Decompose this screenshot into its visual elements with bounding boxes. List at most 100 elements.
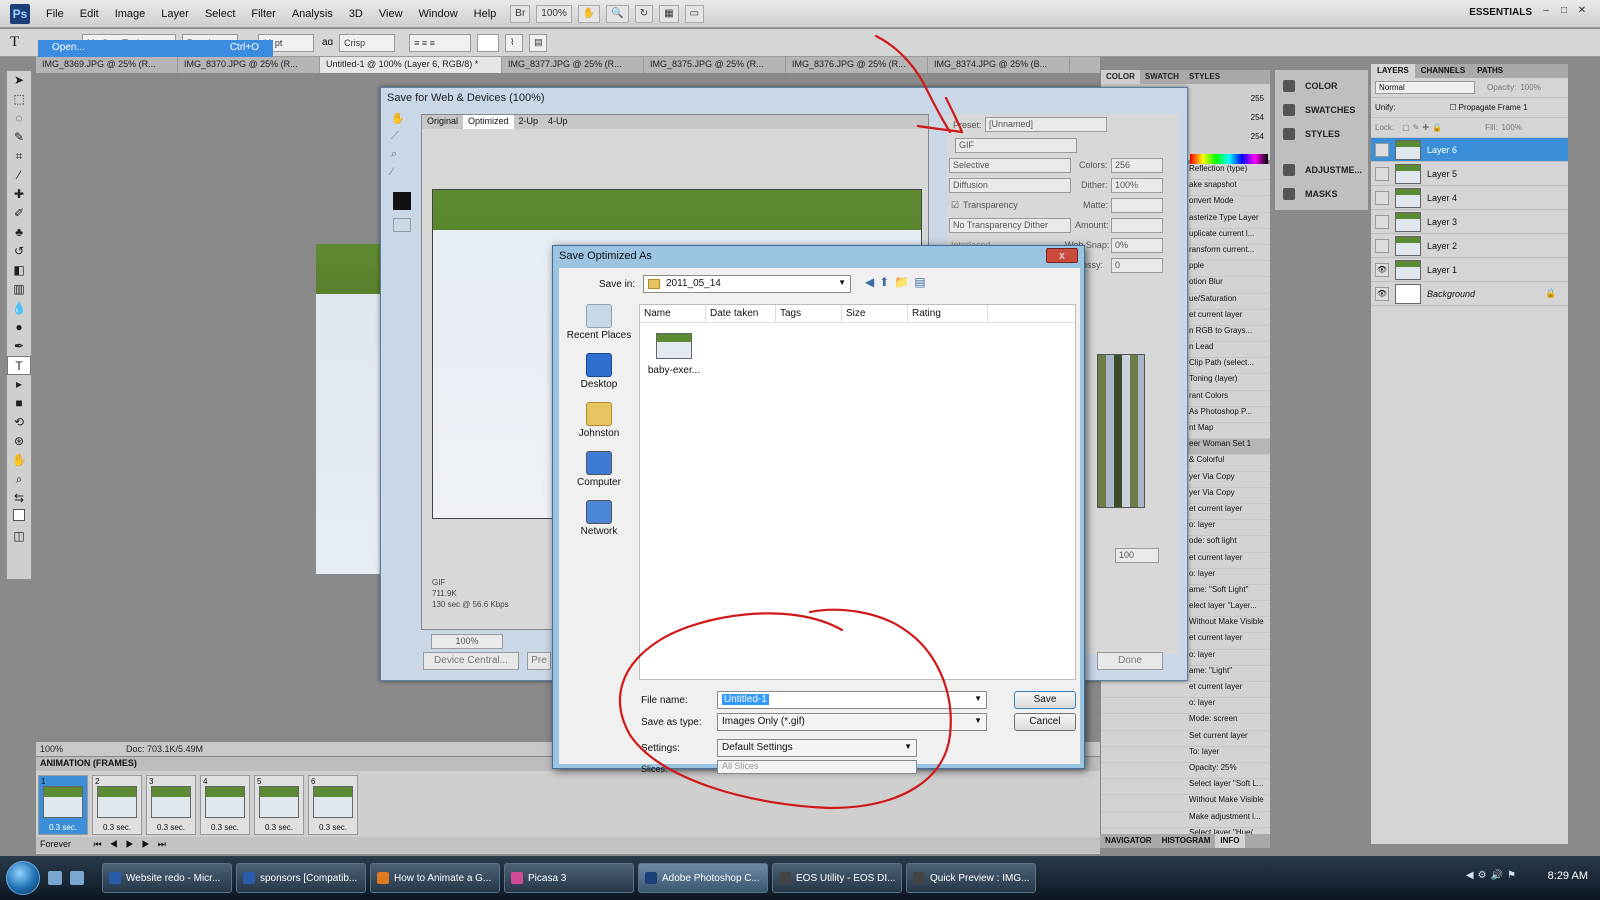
clone-stamp-icon[interactable]: ♣ <box>7 223 31 242</box>
frame-delay[interactable]: 0.3 sec. <box>255 823 303 832</box>
propagate-checkbox[interactable]: ☐ <box>1449 103 1456 112</box>
menu-layer[interactable]: Layer <box>153 8 197 20</box>
zoom-tool-icon[interactable]: 🔍 <box>606 4 629 23</box>
hand-icon[interactable]: ✋ <box>391 112 415 130</box>
layer-row[interactable]: Layer 2 <box>1371 234 1568 258</box>
arrange-docs-icon[interactable]: ▦ <box>659 4 679 23</box>
column-date-taken[interactable]: Date taken <box>706 305 776 322</box>
dock-masks[interactable]: MASKS <box>1275 182 1368 206</box>
layer-row[interactable]: 👁 Layer 1 <box>1371 258 1568 282</box>
amount-field[interactable] <box>1111 218 1163 233</box>
start-button[interactable] <box>6 861 40 895</box>
blend-mode-select[interactable]: Normal <box>1375 81 1475 94</box>
rotate-view-icon[interactable]: ↻ <box>634 4 654 23</box>
layer-row[interactable]: Layer 4 <box>1371 186 1568 210</box>
zoom-icon[interactable]: ⌕ <box>391 148 415 166</box>
folder-nav-icons[interactable]: ◀⬆📁▤ <box>865 275 931 289</box>
doc-tab[interactable]: IMG_8375.JPG @ 25% (R... <box>644 57 786 73</box>
save-type-select[interactable]: Images Only (*.gif) ▼ <box>717 713 987 731</box>
tab-2up[interactable]: 2-Up <box>514 115 544 129</box>
doc-tab-active[interactable]: Untitled-1 @ 100% (Layer 6, RGB/8) * <box>320 57 502 73</box>
maximize-icon[interactable]: □ <box>1556 5 1572 19</box>
column-tags[interactable]: Tags <box>776 305 842 322</box>
blue-value[interactable]: 254 <box>1251 132 1264 151</box>
layer-row[interactable]: Layer 3 <box>1371 210 1568 234</box>
filename-input[interactable]: Untitled-1 ▼ <box>717 691 987 709</box>
matte-select[interactable] <box>1111 198 1163 213</box>
layer-row[interactable]: Layer 6 <box>1371 138 1568 162</box>
healing-brush-icon[interactable]: ✚ <box>7 185 31 204</box>
frame-delay[interactable]: 0.3 sec. <box>147 823 195 832</box>
open-menu-tooltip[interactable]: Open... Ctrl+O <box>38 40 273 57</box>
toggle-slices-icon[interactable] <box>393 218 411 232</box>
taskbar-button[interactable]: EOS Utility - EOS DI... <box>772 863 902 893</box>
loop-select[interactable]: Forever <box>40 839 71 849</box>
layer-row[interactable]: Layer 5 <box>1371 162 1568 186</box>
eyedropper-icon[interactable]: ⁄ <box>7 166 31 185</box>
marquee-tool-icon[interactable]: ⬚ <box>7 90 31 109</box>
dock-swatches[interactable]: SWATCHES <box>1275 98 1368 122</box>
menu-window[interactable]: Window <box>411 8 466 20</box>
frame-delay[interactable]: 0.3 sec. <box>93 823 141 832</box>
frame-delay[interactable]: 0.3 sec. <box>39 823 87 832</box>
red-value[interactable]: 255 <box>1251 94 1264 113</box>
dock-adjustments[interactable]: ADJUSTME... <box>1275 158 1368 182</box>
menu-edit[interactable]: Edit <box>72 8 107 20</box>
taskbar-button[interactable]: Quick Preview : IMG... <box>906 863 1036 893</box>
eye-icon[interactable]: 👁 <box>1375 286 1389 301</box>
tab-info[interactable]: INFO <box>1215 834 1245 848</box>
animation-frame[interactable]: 5 0.3 sec. <box>254 775 304 835</box>
tab-channels[interactable]: CHANNELS <box>1415 64 1471 78</box>
preview-button[interactable]: Pre <box>527 652 551 670</box>
tab-color[interactable]: COLOR <box>1101 70 1140 84</box>
file-item[interactable]: baby-exer... <box>646 333 702 376</box>
type-tool-icon[interactable]: T <box>10 34 34 51</box>
colors-select[interactable]: 256 <box>1111 158 1163 173</box>
system-tray[interactable]: ◀⚙🔊⚑ <box>1466 870 1520 881</box>
taskbar-button[interactable]: Picasa 3 <box>504 863 634 893</box>
slice-select-icon[interactable]: ⟋ <box>391 130 415 148</box>
tab-original[interactable]: Original <box>422 115 463 129</box>
color-table[interactable] <box>1097 354 1145 508</box>
crop-tool-icon[interactable]: ⌗ <box>7 147 31 166</box>
transparency-checkbox[interactable]: ☑ <box>951 200 959 211</box>
type-tool-active-icon[interactable]: T <box>7 356 31 375</box>
format-select[interactable]: GIF <box>955 138 1077 153</box>
hand-icon[interactable]: ✋ <box>7 451 31 470</box>
tab-layers[interactable]: LAYERS <box>1371 64 1415 78</box>
doc-tab[interactable]: IMG_8370.JPG @ 25% (R... <box>178 57 320 73</box>
history-brush-icon[interactable]: ↺ <box>7 242 31 261</box>
animation-frame[interactable]: 2 0.3 sec. <box>92 775 142 835</box>
hand-tool-icon[interactable]: ✋ <box>577 4 601 23</box>
move-tool-icon[interactable]: ➤ <box>7 71 31 90</box>
bridge-button[interactable]: Br <box>510 4 531 23</box>
color-ramp[interactable] <box>1190 154 1268 164</box>
status-zoom[interactable]: 100% <box>40 744 84 754</box>
history-row[interactable]: Opacity: 25% <box>1101 763 1270 780</box>
dodge-tool-icon[interactable]: ● <box>7 318 31 337</box>
place-recent[interactable]: Recent Places <box>565 304 633 353</box>
doc-tab[interactable]: IMG_8374.JPG @ 25% (B... <box>928 57 1070 73</box>
menu-3d[interactable]: 3D <box>341 8 371 20</box>
menu-file[interactable]: File <box>38 8 72 20</box>
slices-select[interactable]: All Slices <box>717 760 917 774</box>
doc-tab[interactable]: IMG_8377.JPG @ 25% (R... <box>502 57 644 73</box>
antialias-select[interactable]: Crisp <box>339 33 396 52</box>
place-desktop[interactable]: Desktop <box>565 353 633 402</box>
dock-color[interactable]: COLOR <box>1275 74 1368 98</box>
brush-tool-icon[interactable]: ✐ <box>7 204 31 223</box>
lock-icons[interactable]: ▢✎✚🔒 <box>1402 123 1445 132</box>
visibility-toggle[interactable] <box>1375 238 1389 253</box>
animation-frame[interactable]: 3 0.3 sec. <box>146 775 196 835</box>
cancel-button[interactable]: Cancel <box>1014 713 1076 731</box>
column-name[interactable]: Name <box>640 305 706 322</box>
doc-tab[interactable]: IMG_8369.JPG @ 25% (R... <box>36 57 178 73</box>
zoom-icon[interactable]: ⌕ <box>7 470 31 489</box>
place-computer[interactable]: Computer <box>565 451 633 500</box>
history-row[interactable]: et current layer <box>1101 682 1270 699</box>
sfw-zoom[interactable]: 100% <box>431 634 503 649</box>
menu-select[interactable]: Select <box>197 8 244 20</box>
percent-field[interactable]: 100 <box>1115 548 1159 563</box>
file-list[interactable]: Name Date taken Tags Size Rating baby-ex… <box>639 304 1076 680</box>
visibility-toggle[interactable] <box>1375 166 1389 181</box>
